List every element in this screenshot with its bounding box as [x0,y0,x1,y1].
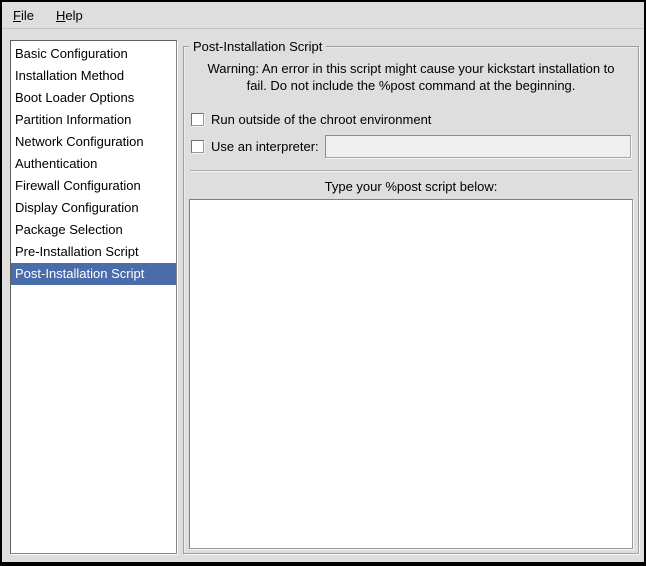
interpreter-checkbox-row: Use an interpreter: [191,134,631,158]
sidebar-item-basic-configuration[interactable]: Basic Configuration [11,43,176,65]
sidebar-item-pre-installation-script[interactable]: Pre-Installation Script [11,241,176,263]
sidebar-list[interactable]: Basic ConfigurationInstallation MethodBo… [10,40,177,554]
script-label: Type your %post script below: [184,179,638,194]
sidebar-item-installation-method[interactable]: Installation Method [11,65,176,87]
sidebar-item-boot-loader-options[interactable]: Boot Loader Options [11,87,176,109]
interpreter-input[interactable] [325,135,631,158]
sidebar-item-package-selection[interactable]: Package Selection [11,219,176,241]
chroot-checkbox-row: Run outside of the chroot environment [191,110,631,128]
post-installation-frame: Post-Installation Script Warning: An err… [183,46,639,554]
menu-bar: File Help [2,2,644,29]
post-script-textarea[interactable] [189,199,633,549]
interpreter-checkbox[interactable] [191,140,204,153]
sidebar-item-post-installation-script[interactable]: Post-Installation Script [11,263,176,285]
sidebar-item-network-configuration[interactable]: Network Configuration [11,131,176,153]
chroot-checkbox-label[interactable]: Run outside of the chroot environment [211,112,431,127]
sidebar-item-firewall-configuration[interactable]: Firewall Configuration [11,175,176,197]
sidebar-item-display-configuration[interactable]: Display Configuration [11,197,176,219]
interpreter-checkbox-label[interactable]: Use an interpreter: [211,139,319,154]
menu-file[interactable]: File [4,4,43,27]
separator [190,170,632,172]
menu-help[interactable]: Help [47,4,92,27]
chroot-checkbox[interactable] [191,113,204,126]
sidebar-item-partition-information[interactable]: Partition Information [11,109,176,131]
warning-text: Warning: An error in this script might c… [196,60,626,94]
kickstart-configurator-window: File Help Basic ConfigurationInstallatio… [0,0,646,566]
sidebar-item-authentication[interactable]: Authentication [11,153,176,175]
frame-title: Post-Installation Script [189,38,326,55]
